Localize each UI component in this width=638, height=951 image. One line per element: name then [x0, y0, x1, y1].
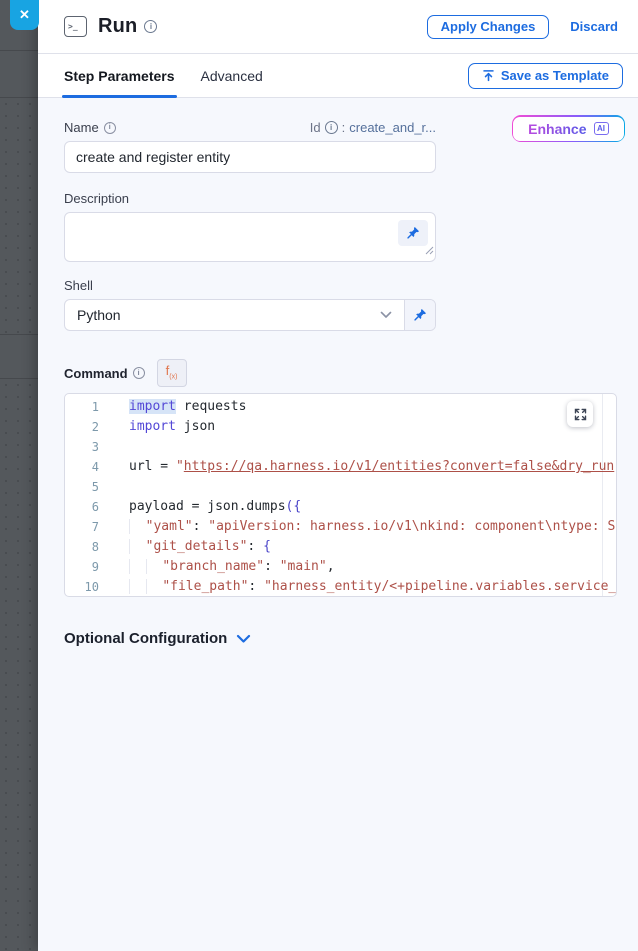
fx-icon: f(x)	[166, 363, 178, 381]
line-number: 1	[65, 397, 113, 417]
description-textarea[interactable]	[64, 212, 436, 262]
pin-icon	[413, 308, 427, 322]
close-icon: ✕	[19, 7, 30, 23]
save-as-template-button[interactable]: Save as Template	[468, 63, 623, 89]
code-line[interactable]: 3	[65, 437, 616, 457]
code-text: "branch_name": "main",	[113, 557, 616, 577]
code-line[interactable]: 5	[65, 477, 616, 497]
name-input[interactable]	[64, 141, 436, 173]
canvas-dot-grid	[0, 98, 38, 334]
description-label: Description	[64, 191, 129, 206]
shell-pin-button[interactable]	[404, 300, 435, 330]
ai-badge: AI	[594, 122, 609, 135]
pin-icon	[406, 226, 420, 240]
command-info-icon[interactable]: i	[133, 367, 145, 379]
line-number: 9	[65, 557, 113, 577]
command-code-editor[interactable]: 1import requests2import json34url = "htt…	[64, 393, 617, 597]
canvas-divider	[0, 334, 38, 335]
shell-selected-value: Python	[77, 307, 121, 323]
name-label: Name	[64, 120, 99, 135]
step-id-group: Id i : create_and_r...	[310, 120, 436, 135]
line-number: 8	[65, 537, 113, 557]
optional-configuration-label: Optional Configuration	[64, 630, 227, 647]
line-number: 4	[65, 457, 113, 477]
code-text: url = "https://qa.harness.io/v1/entities…	[113, 457, 616, 477]
code-text: payload = json.dumps({	[113, 497, 616, 517]
close-drawer-button[interactable]: ✕	[10, 0, 39, 30]
chevron-down-icon	[380, 311, 392, 319]
command-label-row: Command i f(x)	[64, 359, 638, 387]
enhance-ai-button[interactable]: Enhance AI	[512, 115, 625, 142]
id-value[interactable]: create_and_r...	[349, 120, 436, 135]
page-title: Run	[98, 15, 137, 38]
name-id-row: Name i Id i : create_and_r...	[64, 120, 436, 135]
chevron-down-icon	[236, 634, 251, 644]
id-label: Id	[310, 120, 321, 135]
expand-icon	[574, 408, 587, 421]
canvas-dot-grid	[0, 379, 38, 951]
id-separator: :	[342, 120, 346, 135]
expression-fx-button[interactable]: f(x)	[157, 359, 187, 387]
code-line[interactable]: 1import requests	[65, 397, 616, 417]
description-pin-button[interactable]	[398, 220, 428, 246]
id-info-icon[interactable]: i	[325, 121, 338, 134]
code-line[interactable]: 4url = "https://qa.harness.io/v1/entitie…	[65, 457, 616, 477]
textarea-resize-handle[interactable]	[425, 242, 434, 260]
code-line[interactable]: 7 "yaml": "apiVersion: harness.io/v1\nki…	[65, 517, 616, 537]
shell-label-row: Shell	[64, 278, 436, 293]
code-text: "git_details": {	[113, 537, 616, 557]
description-label-row: Description	[64, 191, 436, 206]
tab-step-parameters[interactable]: Step Parameters	[64, 54, 175, 97]
code-text: "yaml": "apiVersion: harness.io/v1\nkind…	[113, 517, 616, 537]
code-text	[113, 477, 616, 497]
code-lines: 1import requests2import json34url = "htt…	[65, 397, 616, 597]
line-number: 10	[65, 577, 113, 597]
upload-template-icon	[482, 69, 495, 82]
name-info-icon[interactable]: i	[104, 122, 116, 134]
shell-field: Python	[64, 299, 436, 331]
apply-changes-button[interactable]: Apply Changes	[427, 15, 550, 39]
code-line[interactable]: 6payload = json.dumps({	[65, 497, 616, 517]
canvas-divider	[0, 50, 38, 51]
code-line[interactable]: 9 "branch_name": "main",	[65, 557, 616, 577]
line-number: 3	[65, 437, 113, 457]
enhance-label: Enhance	[528, 121, 586, 137]
code-text	[113, 437, 616, 457]
code-text: import requests	[113, 397, 616, 417]
code-text: import json	[113, 417, 616, 437]
editor-expand-button[interactable]	[567, 401, 593, 427]
name-label-group: Name i	[64, 120, 116, 135]
tab-advanced[interactable]: Advanced	[201, 54, 263, 97]
line-number: 7	[65, 517, 113, 537]
code-line[interactable]: 2import json	[65, 417, 616, 437]
description-field	[64, 212, 436, 262]
tab-bar: Step Parameters Advanced Save as Templat…	[38, 54, 638, 98]
line-number: 2	[65, 417, 113, 437]
step-parameters-panel: Enhance AI Name i Id i : create_and_r...…	[38, 98, 638, 951]
step-config-drawer: >_ Run i Apply Changes Discard Step Para…	[38, 0, 638, 951]
line-number: 6	[65, 497, 113, 517]
command-label-group: Command i	[64, 366, 145, 381]
drawer-header: >_ Run i Apply Changes Discard	[38, 0, 638, 54]
code-line[interactable]: 10 "file_path": "harness_entity/<+pipeli…	[65, 577, 616, 597]
save-as-template-label: Save as Template	[501, 68, 609, 83]
shell-select[interactable]: Python	[65, 300, 404, 330]
code-text: "file_path": "harness_entity/<+pipeline.…	[113, 577, 616, 597]
code-line[interactable]: 8 "git_details": {	[65, 537, 616, 557]
pipeline-canvas-strip	[0, 0, 38, 951]
line-number: 5	[65, 477, 113, 497]
discard-button[interactable]: Discard	[570, 19, 618, 34]
canvas-divider	[0, 378, 38, 379]
optional-configuration-toggle[interactable]: Optional Configuration	[64, 630, 638, 647]
terminal-step-icon: >_	[64, 16, 87, 37]
enhance-ai-button-inner: Enhance AI	[513, 117, 623, 141]
canvas-divider	[0, 97, 38, 98]
shell-label: Shell	[64, 278, 93, 293]
step-info-icon[interactable]: i	[144, 20, 157, 33]
command-label: Command	[64, 366, 128, 381]
